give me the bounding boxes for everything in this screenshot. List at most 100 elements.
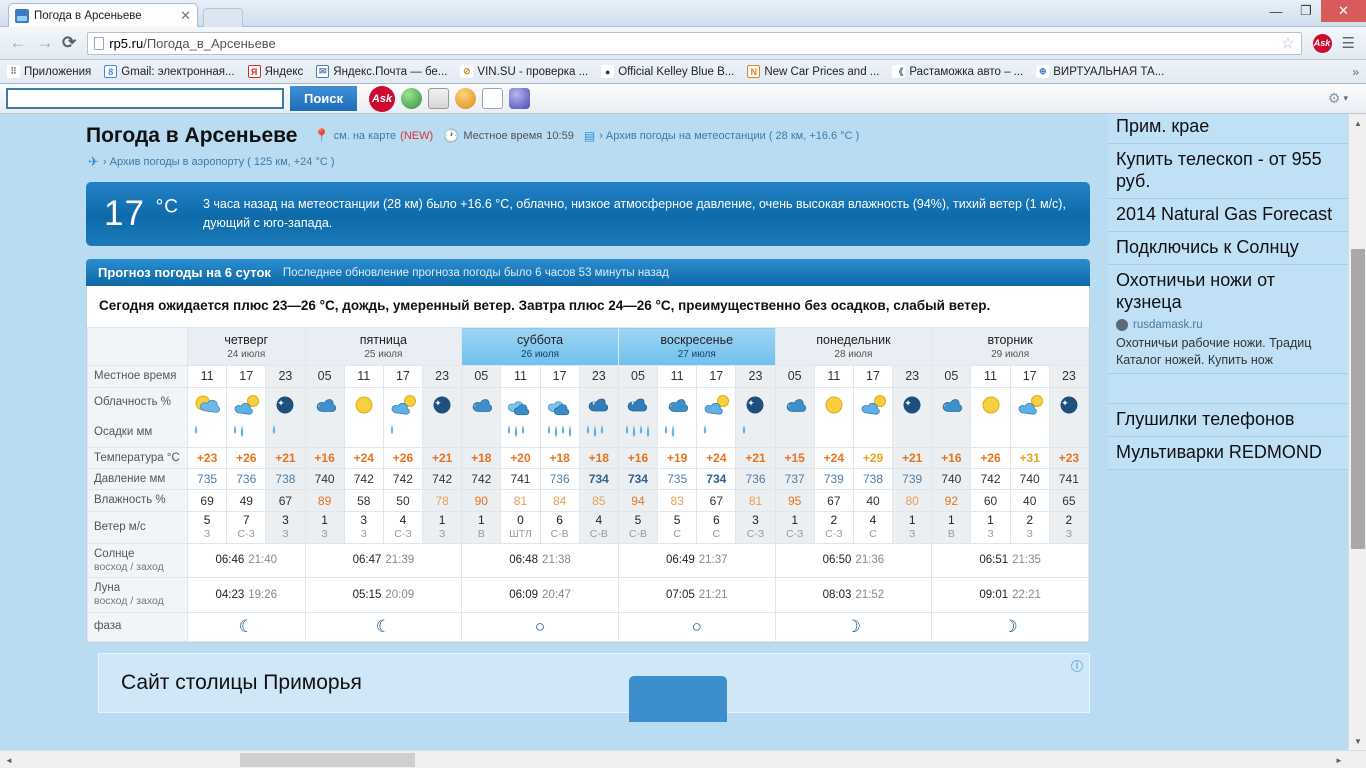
window-controls: — ❐ ✕ — [1261, 0, 1366, 22]
chevron-down-icon[interactable]: ▾ — [1343, 93, 1348, 104]
bookmark-kelley-blue-book[interactable]: ● Official Kelley Blue B... — [601, 65, 734, 78]
day-name: суббота — [516, 333, 564, 348]
sun-times-cell: 06:47 21:39 — [304, 542, 463, 579]
gmail-icon: 8 — [104, 65, 118, 78]
scroll-up-icon[interactable]: ▲ — [1349, 114, 1366, 132]
horizontal-scrollbar[interactable]: ◄ ► — [0, 750, 1366, 768]
bookmark-star-icon[interactable]: ☆ — [1281, 34, 1294, 52]
local-time-label: Местное время — [463, 130, 543, 142]
wind-direction: З — [438, 527, 446, 540]
news-icon[interactable] — [482, 88, 504, 109]
ad-item-1[interactable]: Купить телескоп - от 955 руб. — [1108, 143, 1348, 199]
precipitation-icon — [619, 423, 657, 447]
pressure-cell: 740 — [1009, 467, 1050, 491]
close-icon[interactable]: ✕ — [180, 8, 191, 24]
bookmark-gmail[interactable]: 8 Gmail: электронная... — [104, 65, 235, 78]
bottom-banner-graphic — [629, 675, 727, 722]
minimize-button[interactable]: — — [1261, 0, 1291, 22]
bookmark-virtual-ta[interactable]: ⊕ ВИРТУАЛЬНАЯ ТА... — [1036, 65, 1164, 78]
bookmark-yandex[interactable]: Я Яндекс — [247, 65, 303, 78]
wind-direction: С-З — [237, 527, 255, 540]
precipitation-icon — [188, 423, 226, 447]
map-link-label: см. на карте — [333, 130, 397, 142]
ad-item-3[interactable]: Подключись к Солнцу — [1108, 231, 1348, 265]
search-input[interactable] — [6, 88, 284, 109]
ad-title: Купить телескоп - от 955 руб. — [1116, 148, 1322, 191]
corner-cell — [87, 327, 188, 367]
info-icon[interactable]: i — [1071, 659, 1083, 672]
bookmark-vinsu[interactable]: ⊘ VIN.SU - проверка ... — [460, 65, 588, 78]
new-tab-button[interactable] — [203, 8, 243, 27]
station-archive-link[interactable]: ▤ › Архив погоды на метеостанции ( 28 км… — [584, 129, 859, 143]
weather-icon-cell — [970, 386, 1011, 448]
clock-icon: 🕐 — [443, 128, 460, 143]
humidity-cell: 95 — [774, 489, 815, 512]
moon-times-cell: 05:15 20:09 — [304, 577, 463, 613]
forecast-table: четверг 24 июля пятница 25 июля суббота … — [87, 327, 1090, 642]
scroll-left-icon[interactable]: ◄ — [0, 751, 18, 768]
sunset-time: 21:37 — [698, 554, 728, 567]
wind-direction: З — [1065, 527, 1073, 540]
ad-site-row[interactable]: rusdamask.ru — [1116, 318, 1340, 332]
ask-toolbar-icon[interactable]: Ask — [1312, 33, 1332, 53]
map-link[interactable]: 📍 см. на карте (NEW) — [313, 128, 433, 144]
hour-cell: 17 — [226, 365, 267, 388]
window-close-button[interactable]: ✕ — [1321, 0, 1366, 22]
wind-speed: 3 — [752, 512, 759, 527]
day-name: понедельник — [816, 333, 891, 348]
ad-item-0[interactable]: Прим. крае — [1108, 114, 1348, 144]
forward-icon[interactable]: → — [35, 33, 55, 53]
vertical-scrollbar[interactable]: ▲ ▼ — [1348, 114, 1366, 750]
weather-moon-icon — [736, 391, 774, 423]
wind-speed: 2 — [1026, 512, 1034, 527]
pen-icon[interactable] — [428, 88, 450, 109]
temperature-cell: +16 — [617, 446, 659, 470]
ad-item-2[interactable]: 2014 Natural Gas Forecast — [1108, 198, 1348, 232]
moon-phase-cell: ○ — [617, 611, 776, 642]
hour-cell: 05 — [774, 365, 815, 388]
scroll-right-icon[interactable]: ► — [1330, 751, 1348, 768]
pressure-cell: 741 — [500, 467, 541, 491]
pressure-cell: 742 — [422, 467, 463, 491]
back-icon[interactable]: ← — [8, 33, 28, 53]
help-icon[interactable] — [509, 88, 531, 109]
smiley-icon[interactable] — [455, 88, 477, 109]
wind-speed: 5 — [203, 512, 211, 527]
gear-icon[interactable]: ⚙ — [1328, 90, 1341, 107]
day-date: 28 июля — [834, 348, 873, 360]
bookmark-rastamozhka[interactable]: 《 Растаможка авто – ... — [892, 65, 1023, 78]
wind-cell: 3 С-З — [735, 510, 776, 544]
bottom-banner-title: Сайт столицы Приморья — [121, 670, 362, 694]
globe-icon[interactable] — [401, 88, 423, 109]
ad-description-line1: Охотничьи рабочие ножи. Традиц — [1116, 335, 1312, 350]
airport-archive-link[interactable]: ✈ › Архив погоды в аэропорту ( 125 км, +… — [88, 154, 1090, 170]
address-bar[interactable]: rp5.ru/Погода_в_Арсеньеве ☆ — [87, 31, 1302, 55]
bookmarks-overflow-icon[interactable]: » — [1352, 65, 1359, 79]
horizontal-scroll-thumb[interactable] — [240, 753, 415, 767]
maximize-button[interactable]: ❐ — [1291, 0, 1321, 22]
search-button[interactable]: Поиск — [290, 86, 358, 111]
page-title: Погода в Арсеньеве — [86, 124, 298, 147]
browser-menu-icon[interactable]: ☰ — [1339, 34, 1358, 52]
bookmark-apps[interactable]: ⠿ Приложения — [7, 65, 91, 78]
precipitation-icon — [580, 423, 618, 447]
ad-item-5[interactable]: Глушилки телефонов — [1108, 404, 1348, 438]
ask-logo-icon[interactable]: Ask — [369, 85, 396, 112]
moonset-time: 21:52 — [855, 588, 885, 601]
bookmark-new-car-prices[interactable]: N New Car Prices and ... — [747, 65, 879, 78]
temperature-cell: +15 — [774, 446, 815, 470]
hour-cell: 23 — [735, 365, 776, 388]
ad-item-4[interactable]: Охотничьи ножи от кузнеца rusdamask.ru О… — [1108, 264, 1348, 375]
scroll-down-icon[interactable]: ▼ — [1349, 732, 1366, 750]
temperature-cell: +23 — [186, 446, 228, 470]
reload-icon[interactable]: ⟳ — [62, 33, 76, 53]
moonset-time: 20:09 — [385, 588, 415, 601]
day-header-1: пятница 25 июля — [304, 327, 463, 367]
vertical-scroll-thumb[interactable] — [1351, 249, 1365, 549]
bookmark-yandex-mail[interactable]: ✉ Яндекс.Почта — бе... — [316, 65, 447, 78]
ad-item-6[interactable]: Мультиварки REDMOND — [1108, 437, 1348, 471]
browser-tab[interactable]: Погода в Арсеньеве ✕ — [8, 3, 198, 27]
precipitation-icon — [462, 423, 500, 447]
row-temperature: Температура °C +23 +26 +21 +16 +24 +26 +21 +18 +… — [87, 446, 1090, 470]
bottom-ad-banner[interactable]: Сайт столицы Приморья i — [98, 652, 1090, 722]
